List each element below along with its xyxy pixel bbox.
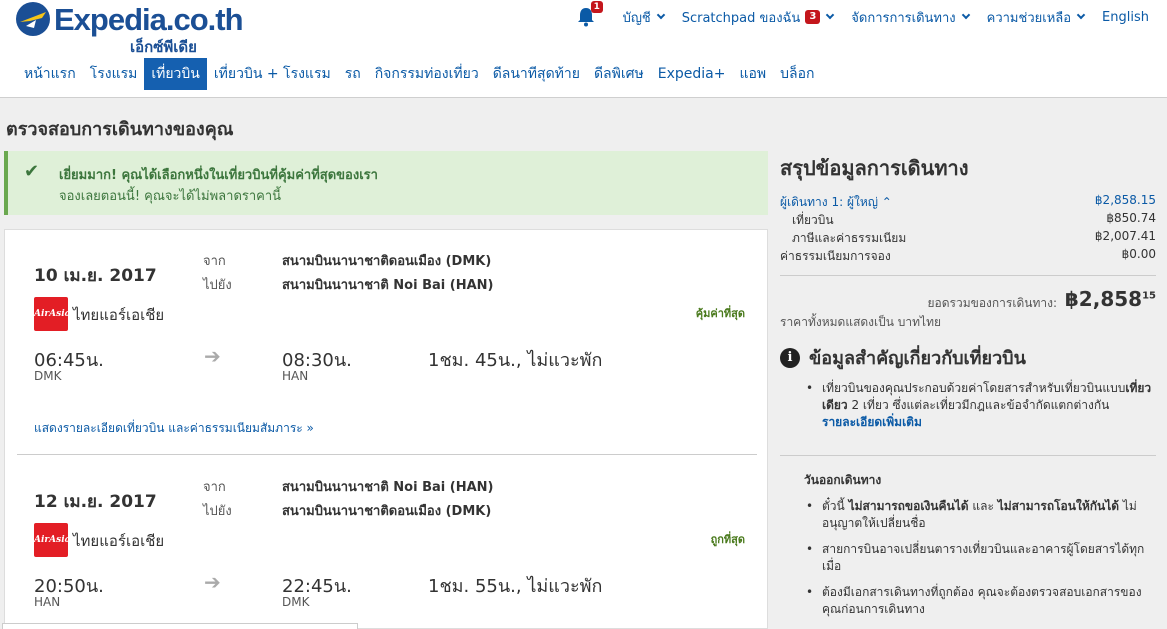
tab-deals[interactable]: ดีลพิเศษ (587, 58, 651, 90)
checkmark-icon: ✔ (24, 161, 40, 182)
deal-badge: ถูกที่สุด (710, 533, 745, 546)
total-main: ฿2,858 (1064, 287, 1143, 311)
page-title: ตรวจสอบการเดินทางของคุณ (6, 119, 234, 140)
list-item: ตั๋วนี้ ไม่สามารถขอเงินคืนได้ และ ไม่สาม… (806, 498, 1152, 532)
tab-flight-hotel[interactable]: เที่ยวบิน + โรงแรม (207, 58, 338, 90)
tab-last-minute[interactable]: ดีลนาทีสุดท้าย (486, 58, 587, 90)
flight-fare-amount: ฿850.74 (1106, 211, 1156, 225)
total-decimal: 15 (1142, 290, 1156, 302)
flight-duration: 1ชม. 45น., ไม่แวะพัก (428, 350, 603, 371)
chevron-up-icon: ⌃ (881, 195, 892, 209)
scratchpad-menu[interactable]: Scratchpad ของฉัน 3 (681, 7, 835, 28)
summary-title: สรุปข้อมูลการเดินทาง (780, 156, 969, 180)
departure-info-list: ตั๋วนี้ ไม่สามารถขอเงินคืนได้ และ ไม่สาม… (806, 498, 1152, 618)
tax-label: ภาษีและค่าธรรมเนียม (792, 231, 907, 245)
flight-card: 10 เม.ย. 2017 จาก ไปยัง สนามบินนานาชาติด… (4, 229, 768, 629)
depart-code: HAN (34, 595, 61, 609)
flight-details-link[interactable]: แสดงรายละเอียดเที่ยวบิน และค่าธรรมเนียมส… (34, 419, 314, 438)
tax-amount: ฿2,007.41 (1094, 229, 1156, 243)
airline-name: ไทยแอร์เอเชีย (73, 532, 165, 550)
destination-airport: สนามบินนานาชาติ Noi Bai (HAN) (282, 278, 494, 293)
from-label: จาก (203, 480, 226, 495)
account-menu[interactable]: บัญชี (622, 7, 665, 28)
section-divider (780, 455, 1156, 456)
arrive-code: HAN (282, 369, 309, 383)
notification-count: 1 (590, 1, 603, 13)
depart-code: DMK (34, 369, 62, 383)
info-icon: i (780, 347, 800, 368)
scratchpad-count: 3 (805, 10, 821, 24)
help-menu[interactable]: ความช่วยเหลือ (986, 7, 1086, 28)
traveler-toggle[interactable]: ผู้เดินทาง 1: ผู้ใหญ่ ⌃ (780, 193, 892, 212)
leg-divider (17, 454, 757, 455)
from-label: จาก (203, 254, 226, 269)
summary-divider (780, 275, 1156, 276)
double-chevron-down-icon: » (306, 421, 314, 435)
list-item: สายการบินอาจเปลี่ยนตารางเที่ยวบินและอาคา… (806, 541, 1152, 575)
deal-badge: คุ้มค่าที่สุด (695, 307, 745, 320)
tab-home[interactable]: หน้าแรก (17, 58, 83, 90)
globe-icon (16, 2, 50, 36)
logo-subtext: เอ็กซ์พีเดีย (130, 38, 197, 56)
scratchpad-label: Scratchpad ของฉัน (681, 10, 801, 26)
tab-cars[interactable]: รถ (338, 58, 368, 90)
banner-subtext: จองเลยตอนนี้! คุณจะได้ไม่พลาดราคานี้ (59, 189, 282, 204)
tab-flights[interactable]: เที่ยวบิน (144, 58, 207, 90)
airline-name: ไทยแอร์เอเชีย (73, 306, 165, 324)
notification-bell[interactable]: 1 (577, 1, 603, 27)
logo-text: Expedia.co.th (54, 2, 244, 37)
info-list: เที่ยวบินของคุณประกอบด้วยค่าโดยสารสำหรับ… (806, 380, 1152, 431)
tab-blog[interactable]: บล็อก (773, 58, 821, 90)
bottom-panel-edge (2, 623, 358, 629)
traveler-label: ผู้เดินทาง 1: ผู้ใหญ่ (780, 195, 878, 209)
total-label: ยอดรวมของการเดินทาง: (927, 296, 1058, 310)
total-amount: ฿2,85815 (1065, 287, 1156, 311)
language-link[interactable]: English (1102, 10, 1149, 25)
manage-trips-label: จัดการการเดินทาง (851, 10, 956, 26)
chevron-down-icon (826, 10, 835, 20)
booking-fee-amount: ฿0.00 (1121, 247, 1156, 261)
important-info-title: i ข้อมูลสำคัญเกี่ยวกับเที่ยวบิน (780, 343, 1026, 372)
to-label: ไปยัง (203, 504, 232, 519)
more-details-link[interactable]: รายละเอียดเพิ่มเติม (822, 415, 922, 429)
site-header: Expedia.co.th เอ็กซ์พีเดีย 1 บัญชี Scrat… (0, 0, 1167, 98)
tab-hotels[interactable]: โรงแรม (83, 58, 145, 90)
top-nav: 1 บัญชี Scratchpad ของฉัน 3 จัดการการเดิน… (577, 1, 1167, 28)
flight-fare-label: เที่ยวบิน (792, 213, 834, 227)
arrow-right-icon: ➔ (204, 570, 221, 594)
chevron-down-icon (961, 10, 970, 20)
chevron-down-icon (656, 10, 665, 20)
flight-date: 10 เม.ย. 2017 (34, 266, 157, 286)
flight-duration: 1ชม. 55น., ไม่แวะพัก (428, 576, 603, 597)
success-banner: ✔ เยี่ยมมาก! คุณได้เลือกหนึ่งในเที่ยวบิน… (4, 151, 768, 215)
origin-airport: สนามบินนานาชาติดอนเมือง (DMK) (282, 254, 492, 269)
origin-airport: สนามบินนานาชาติ Noi Bai (HAN) (282, 480, 494, 495)
tab-activities[interactable]: กิจกรรมท่องเที่ยว (368, 58, 486, 90)
arrow-right-icon: ➔ (204, 344, 221, 368)
list-item: เที่ยวบินของคุณประกอบด้วยค่าโดยสารสำหรับ… (806, 380, 1152, 431)
list-item: ต้องมีเอกสารเดินทางที่ถูกต้อง คุณจะต้องต… (806, 584, 1152, 618)
account-label: บัญชี (622, 10, 651, 26)
booking-fee-label: ค่าธรรมเนียมการจอง (780, 249, 891, 263)
currency-note: ราคาทั้งหมดแสดงเป็น บาทไทย (780, 315, 942, 329)
help-label: ความช่วยเหลือ (986, 10, 1072, 26)
airasia-logo: AirAsia (34, 523, 70, 557)
tab-expedia-plus[interactable]: Expedia+ (651, 58, 733, 90)
details-link-label: แสดงรายละเอียดเที่ยวบิน และค่าธรรมเนียมส… (34, 421, 303, 435)
main-nav: หน้าแรก โรงแรม เที่ยวบิน เที่ยวบิน + โรง… (17, 58, 822, 90)
tab-apps[interactable]: แอพ (732, 58, 773, 90)
airasia-logo: AirAsia (34, 297, 70, 331)
destination-airport: สนามบินนานาชาติดอนเมือง (DMK) (282, 504, 492, 519)
departure-section-heading: วันออกเดินทาง (804, 473, 882, 487)
expedia-logo[interactable]: Expedia.co.th เอ็กซ์พีเดีย (14, 2, 244, 56)
traveler-amount: ฿2,858.15 (1094, 193, 1156, 207)
arrive-code: DMK (282, 595, 310, 609)
to-label: ไปยัง (203, 278, 232, 293)
manage-trips-menu[interactable]: จัดการการเดินทาง (851, 7, 970, 28)
important-info-label: ข้อมูลสำคัญเกี่ยวกับเที่ยวบิน (809, 348, 1026, 369)
banner-headline: เยี่ยมมาก! คุณได้เลือกหนึ่งในเที่ยวบินที… (59, 168, 378, 183)
flight-date: 12 เม.ย. 2017 (34, 492, 157, 512)
chevron-down-icon (1076, 10, 1086, 20)
